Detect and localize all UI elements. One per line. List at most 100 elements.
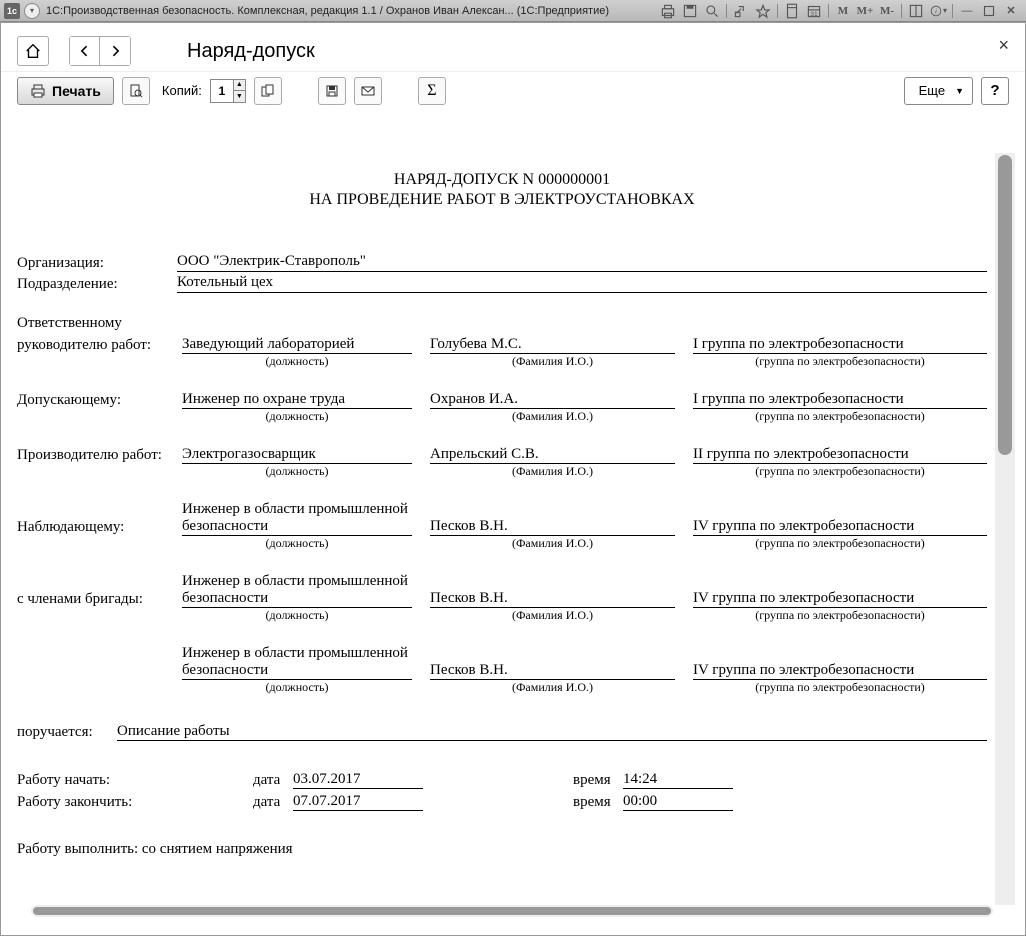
person-post: Инженер в области промышленной безопасно… bbox=[182, 501, 412, 536]
person-sub-row: (должность)(Фамилия И.О.)(группа по элек… bbox=[17, 464, 987, 479]
sub-group: (группа по электробезопасности) bbox=[693, 608, 987, 623]
help-button[interactable]: ? bbox=[981, 77, 1009, 105]
preview-button[interactable] bbox=[122, 77, 150, 105]
link-icon[interactable] bbox=[731, 3, 751, 19]
org-value: ООО "Электрик-Ставрополь" bbox=[177, 253, 987, 272]
end-label: Работу закончить: bbox=[17, 794, 253, 811]
toolbar: Печать Копий: ▲ ▼ Σ Еще ▼ ? bbox=[1, 71, 1025, 109]
calculator-icon[interactable] bbox=[782, 3, 802, 19]
home-button[interactable] bbox=[17, 36, 49, 66]
horizontal-scrollbar[interactable] bbox=[31, 905, 993, 917]
sub-post: (должность) bbox=[182, 409, 412, 424]
sub-post: (должность) bbox=[182, 680, 412, 695]
person-row: руководителю работ:Заведующий лаборатори… bbox=[17, 336, 987, 354]
person-post: Инженер в области промышленной безопасно… bbox=[182, 645, 412, 680]
memory-m-minus[interactable]: M- bbox=[877, 3, 897, 19]
page-title: Наряд-допуск bbox=[187, 40, 315, 63]
print-button[interactable]: Печать bbox=[17, 77, 114, 105]
app-menu-dropdown[interactable]: ▾ bbox=[24, 3, 40, 19]
start-label: Работу начать: bbox=[17, 772, 253, 789]
sub-group: (группа по электробезопасности) bbox=[693, 409, 987, 424]
person-label: Наблюдающему: bbox=[17, 519, 182, 536]
back-button[interactable] bbox=[70, 37, 100, 65]
sub-group: (группа по электробезопасности) bbox=[693, 536, 987, 551]
sub-post: (должность) bbox=[182, 608, 412, 623]
doc-title-1: НАРЯД-ДОПУСК N 000000001 bbox=[17, 171, 987, 189]
vscroll-thumb[interactable] bbox=[998, 155, 1012, 455]
collate-button[interactable] bbox=[254, 77, 282, 105]
person-post: Инженер в области промышленной безопасно… bbox=[182, 573, 412, 608]
copies-input[interactable] bbox=[211, 80, 233, 102]
start-time: 14:24 bbox=[623, 771, 733, 789]
info-icon[interactable]: i▾ bbox=[928, 3, 948, 19]
sub-name: (Фамилия И.О.) bbox=[430, 354, 675, 369]
sum-button[interactable]: Σ bbox=[418, 77, 446, 105]
dept-value: Котельный цех bbox=[177, 274, 987, 293]
person-sub-row: (должность) (Фамилия И.О.) (группа по элек… bbox=[17, 354, 987, 369]
copies-label: Копий: bbox=[162, 83, 202, 98]
sub-post: (должность) bbox=[182, 464, 412, 479]
titlebar: 1c ▾ 1С:Производственная безопасность. К… bbox=[0, 0, 1026, 22]
sub-group: (группа по электробезопасности) bbox=[693, 354, 987, 369]
responsible-header: Ответственному bbox=[17, 315, 987, 332]
hscroll-thumb[interactable] bbox=[33, 907, 991, 915]
time-label-1: время bbox=[573, 772, 623, 789]
forward-button[interactable] bbox=[100, 37, 130, 65]
sub-name: (Фамилия И.О.) bbox=[430, 608, 675, 623]
person-name: Песков В.Н. bbox=[430, 662, 675, 680]
task-label: поручается: bbox=[17, 724, 117, 741]
sub-post: (должность) bbox=[182, 536, 412, 551]
person-name: Охранов И.А. bbox=[430, 391, 675, 409]
person-label: руководителю работ: bbox=[17, 337, 182, 354]
more-button-label: Еще bbox=[919, 83, 945, 98]
doc-title-2: НА ПРОВЕДЕНИЕ РАБОТ В ЭЛЕКТРОУСТАНОВКАХ bbox=[17, 191, 987, 209]
print-button-label: Печать bbox=[52, 83, 101, 99]
spinner-down[interactable]: ▼ bbox=[233, 91, 245, 102]
close-page-button[interactable]: × bbox=[998, 35, 1009, 56]
date-label-1: дата bbox=[253, 772, 293, 789]
person-name: Голубева М.С. bbox=[430, 336, 675, 354]
sub-group: (группа по электробезопасности) bbox=[693, 680, 987, 695]
end-date: 07.07.2017 bbox=[293, 793, 423, 811]
person-row: Производителю работ:ЭлектрогазосварщикАп… bbox=[17, 446, 987, 464]
calendar-icon[interactable]: 31 bbox=[804, 3, 824, 19]
person-group: IV группа по электробезопасности bbox=[693, 590, 987, 608]
person-group: I группа по электробезопасности bbox=[693, 391, 987, 409]
panels-icon[interactable] bbox=[906, 3, 926, 19]
person-group: IV группа по электробезопасности bbox=[693, 518, 987, 536]
svg-text:31: 31 bbox=[810, 11, 818, 18]
spinner-up[interactable]: ▲ bbox=[233, 80, 245, 92]
memory-m-plus[interactable]: M+ bbox=[855, 3, 875, 19]
more-button[interactable]: Еще ▼ bbox=[904, 77, 973, 105]
email-button[interactable] bbox=[354, 77, 382, 105]
print-icon[interactable] bbox=[658, 3, 678, 19]
person-group: I группа по электробезопасности bbox=[693, 336, 987, 354]
person-label: Допускающему: bbox=[17, 392, 182, 409]
svg-text:i: i bbox=[935, 7, 937, 15]
save-icon[interactable] bbox=[680, 3, 700, 19]
person-sub-row: (должность)(Фамилия И.О.)(группа по элек… bbox=[17, 680, 987, 695]
sub-post: (должность) bbox=[182, 354, 412, 369]
person-sub-row: (должность)(Фамилия И.О.)(группа по элек… bbox=[17, 536, 987, 551]
person-row: с членами бригады:Инженер в области пром… bbox=[17, 573, 987, 608]
maximize-button[interactable] bbox=[979, 3, 999, 19]
person-name: Песков В.Н. bbox=[430, 590, 675, 608]
person-post: Инженер по охране труда bbox=[182, 391, 412, 409]
vertical-scrollbar[interactable] bbox=[995, 153, 1015, 905]
save-button[interactable] bbox=[318, 77, 346, 105]
copies-spinner[interactable]: ▲ ▼ bbox=[210, 79, 246, 103]
minimize-button[interactable]: — bbox=[957, 3, 977, 19]
task-value: Описание работы bbox=[117, 723, 987, 741]
favorite-icon[interactable] bbox=[753, 3, 773, 19]
person-name: Песков В.Н. bbox=[430, 518, 675, 536]
person-post: Заведующий лабораторией bbox=[182, 336, 412, 354]
document-content: НАРЯД-ДОПУСК N 000000001 НА ПРОВЕДЕНИЕ Р… bbox=[11, 153, 993, 905]
search-icon[interactable] bbox=[702, 3, 722, 19]
start-date: 03.07.2017 bbox=[293, 771, 423, 789]
time-label-2: время bbox=[573, 794, 623, 811]
person-name: Апрельский С.В. bbox=[430, 446, 675, 464]
memory-m[interactable]: M bbox=[833, 3, 853, 19]
perform-label: Работу выполнить: со снятием напряжения bbox=[17, 841, 987, 858]
close-button[interactable]: ✕ bbox=[1001, 3, 1021, 19]
window-title: 1С:Производственная безопасность. Компле… bbox=[46, 5, 609, 17]
